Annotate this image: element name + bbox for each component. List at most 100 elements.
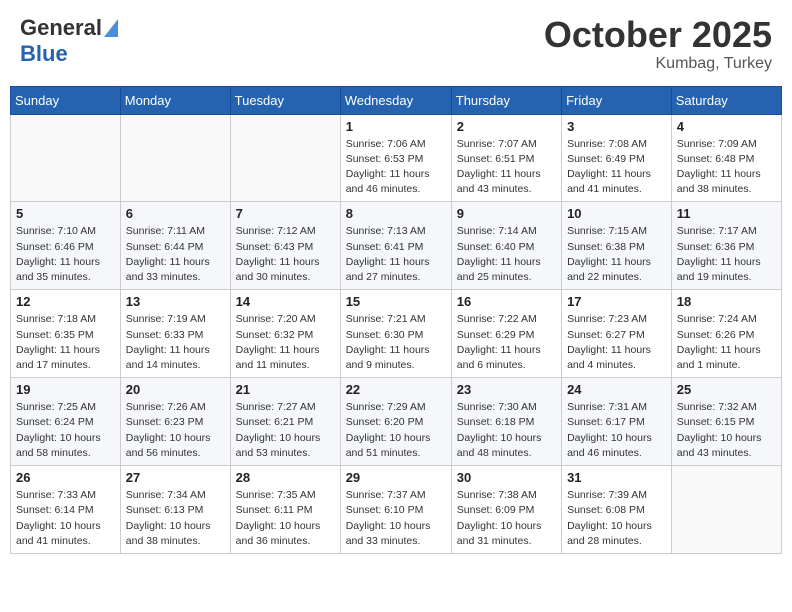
- day-cell: 14Sunrise: 7:20 AM Sunset: 6:32 PM Dayli…: [230, 290, 340, 378]
- day-info: Sunrise: 7:38 AM Sunset: 6:09 PM Dayligh…: [457, 488, 556, 549]
- logo-triangle-icon: [104, 19, 118, 37]
- day-cell: 30 Sunrise: 7:38 AM Sunset: 6:09 PM Dayli…: [451, 466, 561, 554]
- day-cell: 7Sunrise: 7:12 AM Sunset: 6:43 PM Daylig…: [230, 202, 340, 290]
- day-info: Sunrise: 7:31 AM Sunset: 6:17 PM Dayligh…: [567, 400, 666, 461]
- day-info: Sunrise: 7:37 AM Sunset: 6:10 PM Dayligh…: [346, 488, 446, 549]
- day-info: Sunrise: 7:20 AM Sunset: 6:32 PM Dayligh…: [236, 312, 335, 373]
- day-number: 6: [126, 206, 225, 221]
- logo: General Blue: [20, 15, 118, 67]
- day-cell: 26 Sunrise: 7:33 AM Sunset: 6:14 PM Dayli…: [11, 466, 121, 554]
- day-info: Sunrise: 7:10 AM Sunset: 6:46 PM Dayligh…: [16, 224, 115, 285]
- day-cell: 2Sunrise: 7:07 AM Sunset: 6:51 PM Daylig…: [451, 114, 561, 202]
- weekday-header-monday: Monday: [120, 86, 230, 114]
- weekday-header-wednesday: Wednesday: [340, 86, 451, 114]
- weekday-header-friday: Friday: [562, 86, 672, 114]
- day-info: Sunrise: 7:19 AM Sunset: 6:33 PM Dayligh…: [126, 312, 225, 373]
- day-cell: 31 Sunrise: 7:39 AM Sunset: 6:08 PM Dayli…: [562, 466, 672, 554]
- day-cell: 18Sunrise: 7:24 AM Sunset: 6:26 PM Dayli…: [671, 290, 781, 378]
- day-number: 29: [346, 470, 446, 485]
- day-cell: [11, 114, 121, 202]
- month-title: October 2025: [544, 15, 772, 55]
- day-cell: 16 Sunrise: 7:22 AM Sunset: 6:29 PM Dayli…: [451, 290, 561, 378]
- day-info: Sunrise: 7:39 AM Sunset: 6:08 PM Dayligh…: [567, 488, 666, 549]
- day-cell: 24Sunrise: 7:31 AM Sunset: 6:17 PM Dayli…: [562, 378, 672, 466]
- day-cell: 9 Sunrise: 7:14 AM Sunset: 6:40 PM Daylig…: [451, 202, 561, 290]
- day-cell: 6 Sunrise: 7:11 AM Sunset: 6:44 PM Daylig…: [120, 202, 230, 290]
- day-cell: 28 Sunrise: 7:35 AM Sunset: 6:11 PM Dayli…: [230, 466, 340, 554]
- day-info: Sunrise: 7:29 AM Sunset: 6:20 PM Dayligh…: [346, 400, 446, 461]
- day-info: Sunrise: 7:21 AM Sunset: 6:30 PM Dayligh…: [346, 312, 446, 373]
- day-info: Sunrise: 7:14 AM Sunset: 6:40 PM Dayligh…: [457, 224, 556, 285]
- day-number: 30: [457, 470, 556, 485]
- day-number: 18: [677, 294, 776, 309]
- day-info: Sunrise: 7:22 AM Sunset: 6:29 PM Dayligh…: [457, 312, 556, 373]
- day-cell: [230, 114, 340, 202]
- day-cell: 11Sunrise: 7:17 AM Sunset: 6:36 PM Dayli…: [671, 202, 781, 290]
- day-info: Sunrise: 7:09 AM Sunset: 6:48 PM Dayligh…: [677, 137, 776, 198]
- day-number: 2: [457, 119, 556, 134]
- day-info: Sunrise: 7:26 AM Sunset: 6:23 PM Dayligh…: [126, 400, 225, 461]
- weekday-header-saturday: Saturday: [671, 86, 781, 114]
- day-number: 13: [126, 294, 225, 309]
- day-info: Sunrise: 7:30 AM Sunset: 6:18 PM Dayligh…: [457, 400, 556, 461]
- logo-blue-text: Blue: [20, 41, 68, 67]
- day-number: 10: [567, 206, 666, 221]
- week-row-2: 5 Sunrise: 7:10 AM Sunset: 6:46 PM Daylig…: [11, 202, 782, 290]
- day-cell: [671, 466, 781, 554]
- day-cell: 19 Sunrise: 7:25 AM Sunset: 6:24 PM Dayli…: [11, 378, 121, 466]
- day-info: Sunrise: 7:25 AM Sunset: 6:24 PM Dayligh…: [16, 400, 115, 461]
- day-info: Sunrise: 7:12 AM Sunset: 6:43 PM Dayligh…: [236, 224, 335, 285]
- day-number: 12: [16, 294, 115, 309]
- day-number: 23: [457, 382, 556, 397]
- week-row-5: 26 Sunrise: 7:33 AM Sunset: 6:14 PM Dayli…: [11, 466, 782, 554]
- weekday-header-tuesday: Tuesday: [230, 86, 340, 114]
- day-number: 27: [126, 470, 225, 485]
- day-number: 25: [677, 382, 776, 397]
- day-cell: 27Sunrise: 7:34 AM Sunset: 6:13 PM Dayli…: [120, 466, 230, 554]
- day-info: Sunrise: 7:08 AM Sunset: 6:49 PM Dayligh…: [567, 137, 666, 198]
- day-info: Sunrise: 7:35 AM Sunset: 6:11 PM Dayligh…: [236, 488, 335, 549]
- calendar-table: SundayMondayTuesdayWednesdayThursdayFrid…: [10, 86, 782, 554]
- day-info: Sunrise: 7:32 AM Sunset: 6:15 PM Dayligh…: [677, 400, 776, 461]
- day-info: Sunrise: 7:18 AM Sunset: 6:35 PM Dayligh…: [16, 312, 115, 373]
- day-info: Sunrise: 7:33 AM Sunset: 6:14 PM Dayligh…: [16, 488, 115, 549]
- day-cell: 15 Sunrise: 7:21 AM Sunset: 6:30 PM Dayli…: [340, 290, 451, 378]
- weekday-header-row: SundayMondayTuesdayWednesdayThursdayFrid…: [11, 86, 782, 114]
- day-number: 1: [346, 119, 446, 134]
- day-number: 26: [16, 470, 115, 485]
- day-cell: 25 Sunrise: 7:32 AM Sunset: 6:15 PM Dayli…: [671, 378, 781, 466]
- location-text: Kumbag, Turkey: [544, 55, 772, 73]
- day-cell: 23 Sunrise: 7:30 AM Sunset: 6:18 PM Dayli…: [451, 378, 561, 466]
- day-number: 9: [457, 206, 556, 221]
- day-cell: 1 Sunrise: 7:06 AM Sunset: 6:53 PM Daylig…: [340, 114, 451, 202]
- day-cell: 13 Sunrise: 7:19 AM Sunset: 6:33 PM Dayli…: [120, 290, 230, 378]
- week-row-3: 12 Sunrise: 7:18 AM Sunset: 6:35 PM Dayli…: [11, 290, 782, 378]
- day-cell: 21 Sunrise: 7:27 AM Sunset: 6:21 PM Dayli…: [230, 378, 340, 466]
- logo-general-text: General: [20, 15, 102, 41]
- weekday-header-sunday: Sunday: [11, 86, 121, 114]
- day-info: Sunrise: 7:23 AM Sunset: 6:27 PM Dayligh…: [567, 312, 666, 373]
- weekday-header-thursday: Thursday: [451, 86, 561, 114]
- day-number: 17: [567, 294, 666, 309]
- week-row-4: 19 Sunrise: 7:25 AM Sunset: 6:24 PM Dayli…: [11, 378, 782, 466]
- day-number: 5: [16, 206, 115, 221]
- day-info: Sunrise: 7:13 AM Sunset: 6:41 PM Dayligh…: [346, 224, 446, 285]
- day-number: 28: [236, 470, 335, 485]
- day-info: Sunrise: 7:27 AM Sunset: 6:21 PM Dayligh…: [236, 400, 335, 461]
- day-cell: 20Sunrise: 7:26 AM Sunset: 6:23 PM Dayli…: [120, 378, 230, 466]
- day-number: 31: [567, 470, 666, 485]
- day-info: Sunrise: 7:11 AM Sunset: 6:44 PM Dayligh…: [126, 224, 225, 285]
- day-cell: 10Sunrise: 7:15 AM Sunset: 6:38 PM Dayli…: [562, 202, 672, 290]
- day-cell: 17 Sunrise: 7:23 AM Sunset: 6:27 PM Dayli…: [562, 290, 672, 378]
- day-number: 16: [457, 294, 556, 309]
- day-cell: 8Sunrise: 7:13 AM Sunset: 6:41 PM Daylig…: [340, 202, 451, 290]
- day-number: 22: [346, 382, 446, 397]
- page-header: General Blue October 2025 Kumbag, Turkey: [10, 10, 782, 78]
- day-cell: 29 Sunrise: 7:37 AM Sunset: 6:10 PM Dayli…: [340, 466, 451, 554]
- day-number: 4: [677, 119, 776, 134]
- day-info: Sunrise: 7:06 AM Sunset: 6:53 PM Dayligh…: [346, 137, 446, 198]
- day-cell: [120, 114, 230, 202]
- day-number: 15: [346, 294, 446, 309]
- day-number: 19: [16, 382, 115, 397]
- day-number: 21: [236, 382, 335, 397]
